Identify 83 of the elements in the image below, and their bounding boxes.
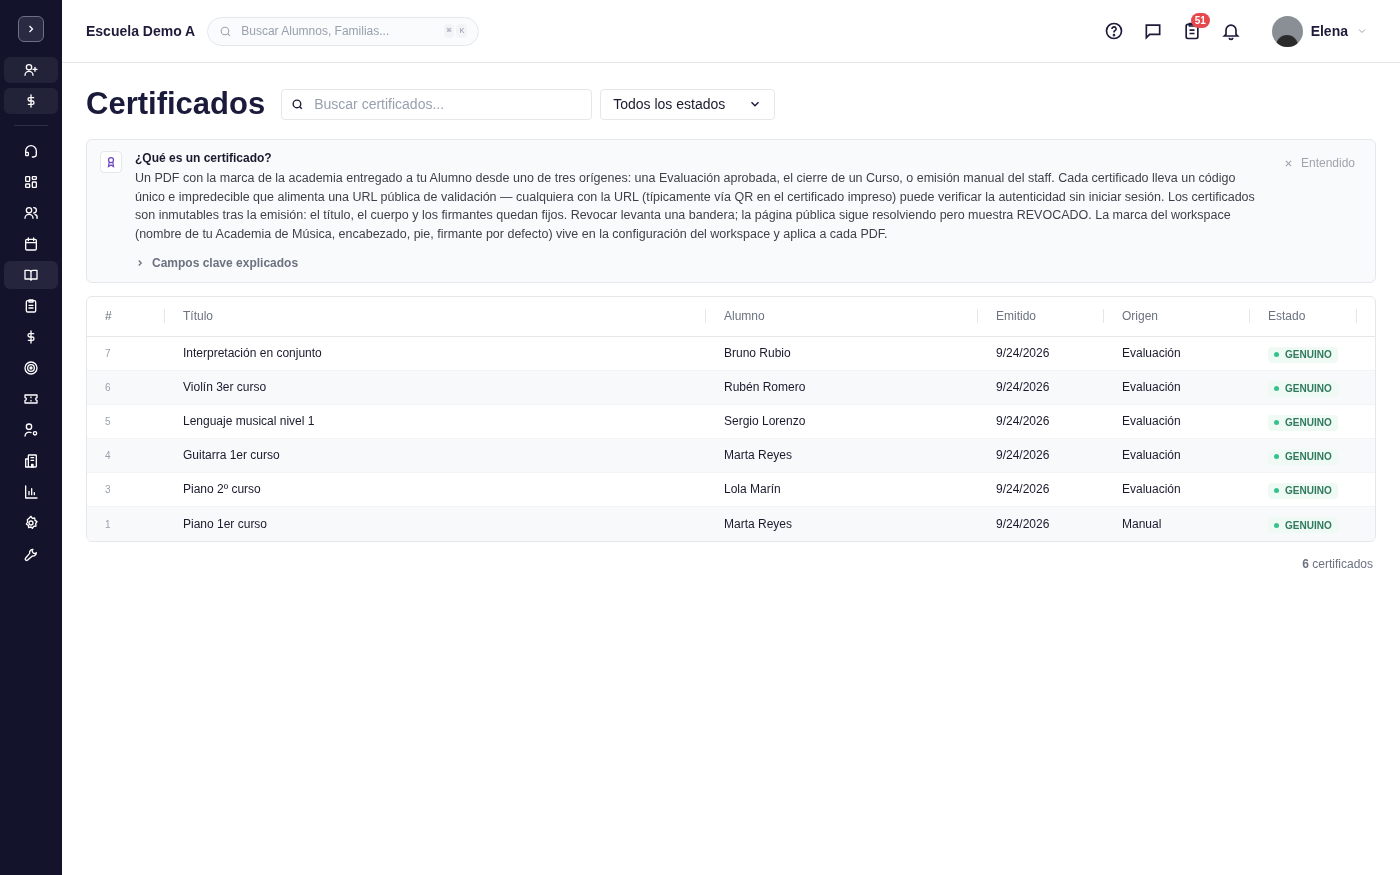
details-toggle[interactable]: Campos clave explicados — [135, 253, 299, 272]
user-name: Elena — [1310, 21, 1348, 41]
user-plus-icon — [23, 62, 39, 78]
bar-chart-icon — [23, 484, 39, 500]
table-cell: Lenguaje musical nivel 1 — [183, 414, 315, 429]
book-icon — [23, 267, 39, 283]
row-number: 1 — [105, 518, 111, 530]
table-cell: Violín 3er curso — [183, 380, 267, 395]
table-cell: 9/24/2026 — [996, 448, 1050, 463]
info-text: Un PDF con la marca de la academia entregado a tu Alumno desde uno de tres orígenes: una Evaluación aprobada, el cierre de un Curso, o emisión manual del staff. Cada certificado lleva un código único e impredecible que alimenta una URL pública de validación — cualquiera con la URL (típicamente vía QR en el certificado impreso) puede verificar la autenticidad sin iniciar sesión. Los certificados son inmutables tras la emisión: el título, el cuerpo y los firmantes quedan fijos. Revocar levanta una bandera; la página pública sigue resolviendo pero muestra REVOCADO. La marca del workspace (nombre de tu Academia de Música, encabezado, pie, firmante por defecto) vive en la configuración del workspace y aplica a cada PDF. — [135, 170, 1256, 244]
user-menu[interactable]: Elena — [1271, 15, 1368, 47]
row-number: 3 — [105, 484, 111, 496]
table-cell: Evaluación — [1122, 448, 1181, 463]
row-number: 4 — [105, 450, 111, 462]
table-cell: Marta Reyes — [724, 516, 793, 531]
column-header[interactable]: Alumno — [724, 307, 765, 326]
avatar — [1271, 15, 1303, 47]
bell-icon[interactable] — [1220, 21, 1241, 41]
table-row[interactable]: 4 Guitarra 1er curso Marta Reyes 9/24/2026 Evaluación GENUINO — [87, 438, 1375, 473]
clipboard-icon — [23, 298, 39, 314]
certificate-count: 6 certificados — [1302, 555, 1373, 573]
table-cell: Sergio Lorenzo — [724, 414, 806, 429]
table-cell: Manual — [1122, 516, 1162, 531]
status-badge: GENUINO — [1268, 448, 1338, 465]
sidebar-item[interactable] — [4, 261, 58, 289]
table-cell: Guitarra 1er curso — [183, 448, 280, 463]
status-badge: GENUINO — [1268, 482, 1338, 499]
status-badge: GENUINO — [1268, 414, 1338, 431]
table-cell: 9/24/2026 — [996, 482, 1050, 497]
search-icon — [291, 97, 305, 111]
billing-button[interactable] — [4, 88, 58, 114]
wrench-icon — [23, 546, 39, 562]
building-icon — [23, 453, 39, 469]
row-number: 7 — [105, 348, 111, 360]
column-header[interactable]: # — [105, 307, 112, 326]
status-badge: GENUINO — [1268, 380, 1338, 397]
calendar-icon — [23, 236, 39, 252]
target-icon — [23, 360, 39, 376]
table-cell: Piano 1er curso — [183, 516, 268, 531]
award-icon — [105, 156, 117, 168]
help-icon[interactable] — [1103, 21, 1124, 41]
table-cell: Evaluación — [1122, 346, 1181, 361]
row-number: 5 — [105, 416, 111, 428]
notification-badge: 51 — [1190, 13, 1210, 28]
table-cell: Bruno Rubio — [724, 346, 791, 361]
column-header[interactable]: Título — [183, 307, 213, 326]
table-cell: 9/24/2026 — [996, 346, 1050, 361]
table-cell: Evaluación — [1122, 380, 1181, 395]
search-icon — [219, 24, 233, 38]
table-cell: 9/24/2026 — [996, 516, 1050, 531]
table-cell: Marta Reyes — [724, 448, 793, 463]
table-cell: Interpretación en conjunto — [183, 346, 322, 361]
column-header[interactable]: Origen — [1122, 307, 1159, 326]
expand-sidebar-button[interactable] — [18, 16, 44, 42]
add-person-button[interactable] — [4, 57, 58, 83]
headset-icon — [23, 143, 39, 159]
table-cell: 9/24/2026 — [996, 380, 1050, 395]
info-title: ¿Qué es un certificado? — [135, 151, 273, 166]
column-header[interactable]: Emitido — [996, 307, 1036, 326]
row-number: 6 — [105, 382, 111, 394]
column-header[interactable]: Estado — [1268, 307, 1306, 326]
certificate-search-field[interactable]: Buscar certificados... — [281, 88, 593, 120]
status-badge: GENUINO — [1268, 517, 1338, 534]
settings-icon — [23, 515, 39, 531]
user-gear-icon — [23, 422, 39, 438]
table-row[interactable]: 1 Piano 1er curso Marta Reyes 9/24/2026 Manual GENUINO — [87, 506, 1375, 541]
users-icon — [23, 205, 39, 221]
dashboard-icon — [23, 174, 39, 190]
table-cell: 9/24/2026 — [996, 414, 1050, 429]
table-cell: Evaluación — [1122, 414, 1181, 429]
table-cell: Piano 2º curso — [183, 482, 261, 497]
status-badge: GENUINO — [1268, 346, 1338, 363]
table-cell: Rubén Romero — [724, 380, 806, 395]
table-cell: Lola Marín — [724, 482, 781, 497]
status-filter-dropdown[interactable]: Todos los estados — [600, 88, 776, 120]
close-icon — [1283, 158, 1293, 168]
table-row[interactable]: 6 Violín 3er curso Rubén Romero 9/24/2026 Evaluación GENUINO — [87, 370, 1375, 405]
shortcut-key: ⌘ — [443, 23, 455, 38]
ticket-icon — [23, 391, 39, 407]
table-cell: Evaluación — [1122, 482, 1181, 497]
shortcut-key: K — [456, 23, 468, 38]
page-title: Certificados — [86, 87, 266, 121]
school-name: Escuela Demo A — [86, 21, 196, 41]
